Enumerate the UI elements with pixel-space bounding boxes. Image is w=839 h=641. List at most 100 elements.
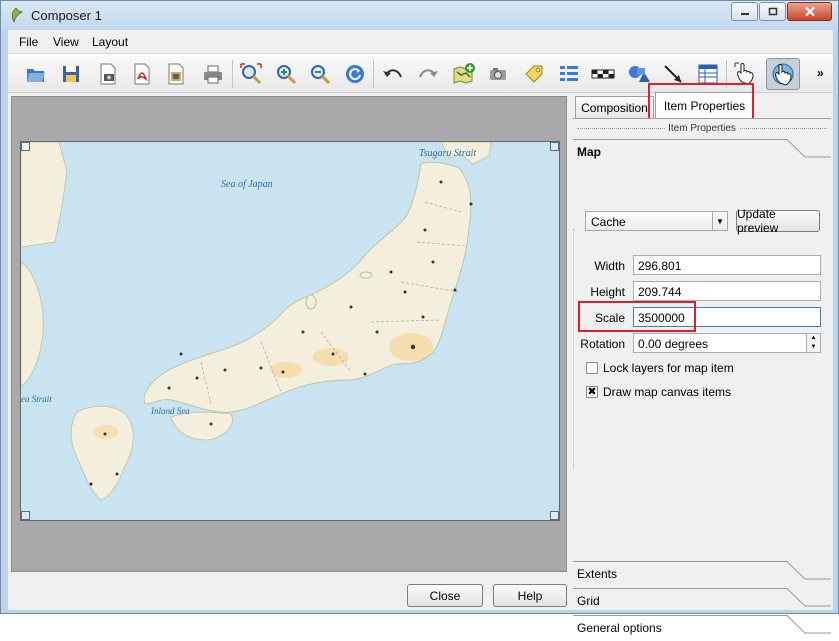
export-svg-button[interactable] <box>162 60 190 88</box>
map-label-korea-strait: ea Strait <box>21 394 52 404</box>
panel-subtitle: Item Properties <box>573 123 831 134</box>
minimize-icon <box>740 12 749 15</box>
print-button[interactable] <box>199 60 227 88</box>
title-bar: Composer 1 <box>1 1 838 29</box>
add-scalebar-button[interactable] <box>589 60 617 88</box>
section-tab-shape <box>573 139 831 158</box>
maximize-button[interactable] <box>759 2 786 21</box>
redo-icon <box>419 69 438 78</box>
resize-handle-bottom-right[interactable] <box>550 511 559 520</box>
menu-layout[interactable]: Layout <box>92 35 128 49</box>
section-map-header[interactable]: Map <box>573 139 831 165</box>
tab-highlight-box <box>648 83 754 121</box>
preview-mode-select[interactable]: Cache ▼ <box>585 211 728 231</box>
panel-subtitle-text: Item Properties <box>665 123 739 134</box>
add-label-icon <box>525 65 543 83</box>
open-template-icon <box>27 69 45 82</box>
resize-handle-bottom-left[interactable] <box>21 511 30 520</box>
draw-canvas-label: Draw map canvas items <box>603 385 732 399</box>
export-svg-icon <box>168 63 184 85</box>
japan-map-render: Sea of Japan Tsugaru Strait Inland Sea e… <box>21 142 559 520</box>
zoom-full-button[interactable] <box>237 60 265 88</box>
minimize-button[interactable] <box>731 2 758 21</box>
undo-icon <box>383 69 402 78</box>
menu-file[interactable]: File <box>19 35 38 49</box>
height-label: Height <box>590 285 625 299</box>
panel-splitter <box>573 229 575 469</box>
add-legend-icon <box>560 66 578 81</box>
add-legend-button[interactable] <box>555 60 583 88</box>
tab-composition[interactable]: Composition <box>575 96 654 118</box>
export-pdf-button[interactable] <box>128 60 156 88</box>
section-extents-header[interactable]: Extents <box>573 561 831 587</box>
close-window-button[interactable] <box>787 2 832 21</box>
draw-canvas-checkbox[interactable]: ✖ <box>586 386 598 398</box>
help-button[interactable]: Help <box>493 584 567 607</box>
menu-bar: File View Layout <box>8 30 833 52</box>
resize-handle-top-right[interactable] <box>550 142 559 151</box>
section-map-title: Map <box>577 145 601 159</box>
composition-canvas[interactable]: Sea of Japan Tsugaru Strait Inland Sea e… <box>11 96 567 572</box>
rotation-spinner[interactable]: ▲ ▼ <box>806 334 820 352</box>
add-label-button[interactable] <box>520 60 548 88</box>
client-area: File View Layout » Sea of Japan Tsugaru … <box>8 30 833 635</box>
toolbar-separator <box>232 60 233 88</box>
width-field[interactable]: 296.801 <box>633 255 821 275</box>
export-image-icon <box>100 63 116 85</box>
undo-button[interactable] <box>379 60 407 88</box>
save-template-button[interactable] <box>57 60 85 88</box>
rotation-label: Rotation <box>580 337 625 351</box>
chevron-down-icon: ▼ <box>712 212 727 230</box>
move-content-icon <box>772 63 794 86</box>
rotation-field[interactable]: 0.00 degrees ▲ ▼ <box>633 333 821 353</box>
lock-layers-checkbox[interactable] <box>586 362 598 374</box>
zoom-full-icon <box>240 63 262 85</box>
add-map-button[interactable] <box>450 60 478 88</box>
toolbar-overflow-button[interactable]: » <box>817 66 824 80</box>
close-icon <box>804 6 815 17</box>
refresh-button[interactable] <box>341 60 369 88</box>
rotation-value: 0.00 degrees <box>638 337 709 351</box>
toolbar-separator <box>373 60 374 88</box>
map-item[interactable]: Sea of Japan Tsugaru Strait Inland Sea e… <box>20 141 560 521</box>
preview-mode-value: Cache <box>591 215 626 229</box>
qgis-app-icon <box>11 7 23 23</box>
redo-button[interactable] <box>414 60 442 88</box>
zoom-out-icon <box>311 65 331 85</box>
resize-handle-top-left[interactable] <box>21 142 30 151</box>
width-value: 296.801 <box>638 259 682 273</box>
update-preview-button[interactable]: Update preview <box>736 207 820 235</box>
add-map-icon <box>453 63 475 84</box>
zoom-in-button[interactable] <box>272 60 300 88</box>
section-general-options-title: General options <box>577 621 662 635</box>
add-table-icon <box>698 64 718 84</box>
section-grid-title: Grid <box>577 594 600 608</box>
map-label-sea-of-japan: Sea of Japan <box>221 179 273 190</box>
width-label: Width <box>594 259 625 273</box>
add-image-button[interactable] <box>484 60 512 88</box>
export-image-button[interactable] <box>94 60 122 88</box>
add-arrow-icon <box>664 65 682 83</box>
lock-layers-label: Lock layers for map item <box>603 361 734 375</box>
open-template-button[interactable] <box>22 60 50 88</box>
add-shape-icon <box>629 66 650 82</box>
menu-view[interactable]: View <box>53 35 79 49</box>
section-grid-header[interactable]: Grid <box>573 588 831 614</box>
map-label-inland-sea: Inland Sea <box>150 406 190 416</box>
spin-up-icon: ▲ <box>810 335 817 341</box>
add-image-icon <box>490 68 506 80</box>
add-scalebar-icon <box>591 69 615 79</box>
map-label-tsugaru-strait: Tsugaru Strait <box>419 148 476 159</box>
zoom-out-button[interactable] <box>306 60 334 88</box>
zoom-in-icon <box>277 65 297 85</box>
section-extents-title: Extents <box>577 567 618 581</box>
export-pdf-icon <box>134 63 150 85</box>
print-icon <box>204 65 222 84</box>
item-properties-panel: Composition Item Properties Item Propert… <box>573 83 831 635</box>
close-button[interactable]: Close <box>407 584 483 607</box>
save-template-icon <box>63 66 79 82</box>
refresh-icon <box>346 65 364 83</box>
section-general-options-header[interactable]: General options <box>573 615 831 641</box>
height-field[interactable]: 209.744 <box>633 281 821 301</box>
move-content-button[interactable] <box>766 58 800 90</box>
